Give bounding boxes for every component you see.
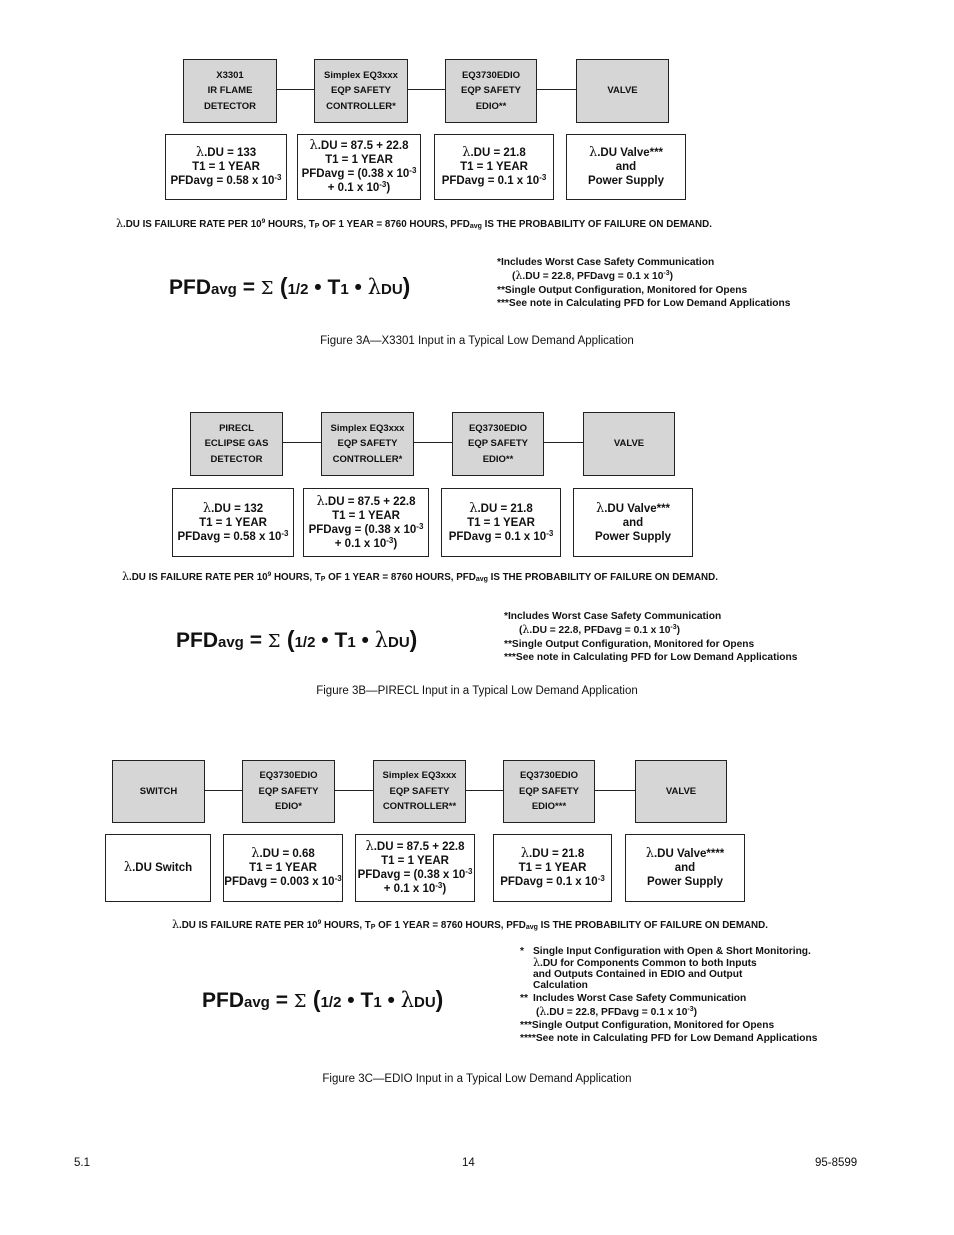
value-box-edio: λ.DU = 21.8 T1 = 1 YEAR PFDavg = 0.1 x 1… xyxy=(434,134,554,200)
value-box-switch: λ.DU Switch xyxy=(105,834,211,902)
failure-rate-note: λ.DU IS FAILURE RATE PER 109 HOURS, TP O… xyxy=(116,217,712,230)
lambda-symbol: λ xyxy=(316,493,325,509)
connector-line xyxy=(544,442,583,443)
pfd-formula: PFDavg = Σ (1/2 • T1 • λDU) xyxy=(176,626,418,652)
value-box-edio-input: λ.DU = 0.68 T1 = 1 YEAR PFDavg = 0.003 x… xyxy=(223,834,343,902)
block-safety-edio: EQ3730EDIO EQP SAFETY EDIO** xyxy=(452,412,544,476)
footer-revision: 5.1 xyxy=(74,1157,90,1169)
block-safety-controller: Simplex EQ3xxx EQP SAFETY CONTROLLER** xyxy=(373,760,466,823)
lambda-symbol: λ xyxy=(595,500,605,516)
block-switch: SWITCH xyxy=(112,760,205,823)
value-box-valve: λ.DU Valve*** and Power Supply xyxy=(566,134,686,200)
block-safety-edio: EQ3730EDIO EQP SAFETY EDIO** xyxy=(445,59,537,123)
sigma-symbol: Σ xyxy=(267,631,281,652)
connector-line xyxy=(537,89,576,90)
connector-line xyxy=(205,790,242,791)
sigma-symbol: Σ xyxy=(260,278,274,299)
block-safety-controller: Simplex EQ3xxx EQP SAFETY CONTROLLER* xyxy=(314,59,408,123)
connector-line xyxy=(277,89,314,90)
sigma-symbol: Σ xyxy=(293,991,307,1012)
block-valve: VALVE xyxy=(583,412,675,476)
value-box-valve: λ.DU Valve**** and Power Supply xyxy=(625,834,745,902)
lambda-symbol: λ xyxy=(123,860,133,875)
connector-line xyxy=(335,790,373,791)
block-valve: VALVE xyxy=(576,59,669,123)
footnotes: * Single Input Configuration with Open & … xyxy=(520,946,818,1044)
block-safety-edio-output: EQ3730EDIO EQP SAFETY EDIO*** xyxy=(503,760,595,823)
figure-caption: Figure 3A—X3301 Input in a Typical Low D… xyxy=(320,335,634,347)
value-box-controller: λ.DU = 87.5 + 22.8 T1 = 1 YEAR PFDavg = … xyxy=(355,834,475,902)
footnotes: *Includes Worst Case Safety Communicatio… xyxy=(497,257,791,309)
lambda-symbol: λ xyxy=(202,500,212,516)
block-safety-controller: Simplex EQ3xxx EQP SAFETY CONTROLLER* xyxy=(321,412,414,476)
block-valve: VALVE xyxy=(635,760,727,823)
block-gas-detector: PIRECL ECLIPSE GAS DETECTOR xyxy=(190,412,283,476)
block-ir-flame-detector: X3301 IR FLAME DETECTOR xyxy=(183,59,277,123)
figure-caption: Figure 3C—EDIO Input in a Typical Low De… xyxy=(322,1073,632,1085)
connector-line xyxy=(414,442,452,443)
lambda-symbol: λ xyxy=(195,145,205,160)
connector-line xyxy=(408,89,445,90)
value-box-valve: λ.DU Valve*** and Power Supply xyxy=(573,488,693,557)
lambda-symbol: λ xyxy=(588,145,598,160)
footer-page-number: 14 xyxy=(462,1157,475,1169)
connector-line xyxy=(466,790,503,791)
failure-rate-note: λ.DU IS FAILURE RATE PER 109 HOURS, TP O… xyxy=(172,918,768,931)
value-box-edio-output: λ.DU = 21.8 T1 = 1 YEAR PFDavg = 0.1 x 1… xyxy=(493,834,612,902)
value-box-detector: λ.DU = 132 T1 = 1 YEAR PFDavg = 0.58 x 1… xyxy=(172,488,294,557)
failure-rate-note: λ.DU IS FAILURE RATE PER 109 HOURS, TP O… xyxy=(122,570,718,583)
lambda-symbol: λ xyxy=(365,839,374,854)
pfd-formula: PFDavg = Σ (1/2 • T1 • λDU) xyxy=(202,986,444,1012)
lambda-symbol: λ xyxy=(520,846,529,861)
lambda-symbol: λ xyxy=(309,138,318,153)
connector-line xyxy=(283,442,321,443)
footnotes: *Includes Worst Case Safety Communicatio… xyxy=(504,611,798,663)
value-box-controller: λ.DU = 87.5 + 22.8 T1 = 1 YEAR PFDavg = … xyxy=(303,488,429,557)
connector-line xyxy=(595,790,635,791)
footer-document-number: 95-8599 xyxy=(815,1157,858,1169)
value-box-detector: λ.DU = 133 T1 = 1 YEAR PFDavg = 0.58 x 1… xyxy=(165,134,287,200)
value-box-edio: λ.DU = 21.8 T1 = 1 YEAR PFDavg = 0.1 x 1… xyxy=(441,488,561,557)
pfd-formula: PFDavg = Σ (1/2 • T1 • λDU) xyxy=(169,273,411,299)
lambda-symbol: λ xyxy=(645,846,654,861)
figure-caption: Figure 3B—PIRECL Input in a Typical Low … xyxy=(316,685,638,697)
value-box-controller: λ.DU = 87.5 + 22.8 T1 = 1 YEAR PFDavg = … xyxy=(297,134,421,200)
block-safety-edio-input: EQ3730EDIO EQP SAFETY EDIO* xyxy=(242,760,335,823)
